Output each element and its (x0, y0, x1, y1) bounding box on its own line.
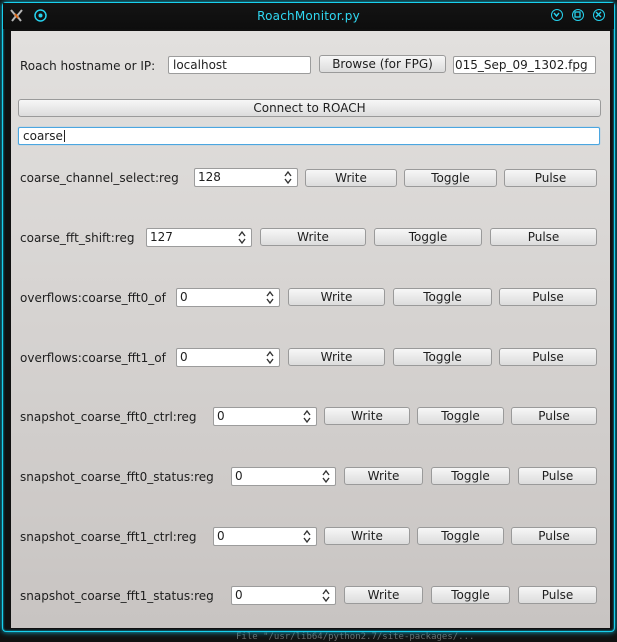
fpg-file-field[interactable]: 015_Sep_09_1302.fpg (453, 56, 596, 74)
pulse-button[interactable]: Pulse (511, 527, 597, 545)
write-button[interactable]: Write (288, 288, 385, 306)
toggle-button[interactable]: Toggle (393, 348, 492, 366)
desktop-bottom-edge: File "/usr/lib64/python2.7/site-packages… (0, 632, 617, 642)
write-button[interactable]: Write (344, 586, 423, 604)
register-value-spinbox[interactable]: 127 (146, 228, 252, 247)
register-value-spinbox[interactable]: 0 (231, 586, 336, 605)
register-value: 0 (235, 588, 243, 602)
toggle-button[interactable]: Toggle (417, 527, 504, 545)
host-input[interactable]: localhost (168, 56, 311, 74)
register-value: 128 (198, 170, 221, 184)
maximize-icon (574, 11, 581, 18)
toggle-button[interactable]: Toggle (374, 228, 482, 246)
pulse-button[interactable]: Pulse (518, 586, 597, 604)
connect-roach-button[interactable]: Connect to ROACH (18, 99, 601, 117)
write-button[interactable]: Write (305, 169, 397, 187)
register-value: 127 (150, 230, 173, 244)
write-button[interactable]: Write (344, 467, 423, 485)
spin-arrows-icon[interactable] (283, 170, 293, 185)
browse-fpg-button[interactable]: Browse (for FPG) (319, 55, 446, 73)
register-filter-input[interactable]: coarse (18, 127, 600, 145)
register-name: overflows:coarse_fft1_of (20, 351, 166, 365)
text-caret (63, 130, 65, 142)
main-panel: Roach hostname or IP: localhost Browse (… (11, 31, 610, 628)
pulse-button[interactable]: Pulse (504, 169, 597, 187)
register-value-spinbox[interactable]: 0 (176, 288, 280, 307)
register-value-spinbox[interactable]: 0 (213, 527, 317, 546)
host-label: Roach hostname or IP: (20, 59, 156, 73)
window-title: RoachMonitor.py (257, 9, 360, 23)
register-value: 0 (180, 290, 188, 304)
close-icon (595, 11, 602, 18)
spin-arrows-icon[interactable] (237, 230, 247, 245)
register-value: 0 (217, 409, 225, 423)
register-value-spinbox[interactable]: 128 (194, 168, 298, 187)
toggle-button[interactable]: Toggle (417, 407, 504, 425)
register-value-spinbox[interactable]: 0 (213, 407, 317, 426)
spin-arrows-icon[interactable] (302, 409, 312, 424)
register-name: overflows:coarse_fft0_of (20, 291, 166, 305)
roach-monitor-window: RoachMonitor.py Roach hostname or IP: lo… (2, 2, 615, 632)
write-button[interactable]: Write (324, 407, 410, 425)
pulse-button[interactable]: Pulse (518, 467, 597, 485)
write-button[interactable]: Write (324, 527, 410, 545)
close-button[interactable] (593, 9, 605, 21)
register-value-spinbox[interactable]: 0 (176, 348, 280, 367)
register-name: coarse_channel_select:reg (20, 171, 179, 185)
register-name: snapshot_coarse_fft1_ctrl:reg (20, 530, 197, 544)
register-name: snapshot_coarse_fft0_status:reg (20, 470, 214, 484)
spin-arrows-icon[interactable] (321, 469, 331, 484)
spin-arrows-icon[interactable] (321, 588, 331, 603)
register-name: coarse_fft_shift:reg (20, 231, 135, 245)
toggle-button[interactable]: Toggle (404, 169, 497, 187)
register-name: snapshot_coarse_fft0_ctrl:reg (20, 410, 197, 424)
write-button[interactable]: Write (288, 348, 385, 366)
write-button[interactable]: Write (260, 228, 366, 246)
pulse-button[interactable]: Pulse (499, 348, 597, 366)
toggle-button[interactable]: Toggle (431, 467, 510, 485)
chevron-down-icon (553, 12, 560, 18)
pulse-button[interactable]: Pulse (499, 288, 597, 306)
maximize-button[interactable] (572, 9, 584, 21)
minimize-button[interactable] (551, 9, 563, 21)
toggle-button[interactable]: Toggle (431, 586, 510, 604)
title-bar[interactable]: RoachMonitor.py (3, 3, 614, 29)
pulse-button[interactable]: Pulse (490, 228, 597, 246)
register-value: 0 (217, 529, 225, 543)
spin-arrows-icon[interactable] (265, 290, 275, 305)
pulse-button[interactable]: Pulse (511, 407, 597, 425)
register-value: 0 (180, 350, 188, 364)
spin-arrows-icon[interactable] (265, 350, 275, 365)
filter-text: coarse (23, 129, 63, 143)
register-value: 0 (235, 469, 243, 483)
spin-arrows-icon[interactable] (302, 529, 312, 544)
background-terminal-text: File "/usr/lib64/python2.7/site-packages… (236, 632, 475, 642)
register-value-spinbox[interactable]: 0 (231, 467, 336, 486)
toggle-button[interactable]: Toggle (393, 288, 492, 306)
register-name: snapshot_coarse_fft1_status:reg (20, 589, 214, 603)
